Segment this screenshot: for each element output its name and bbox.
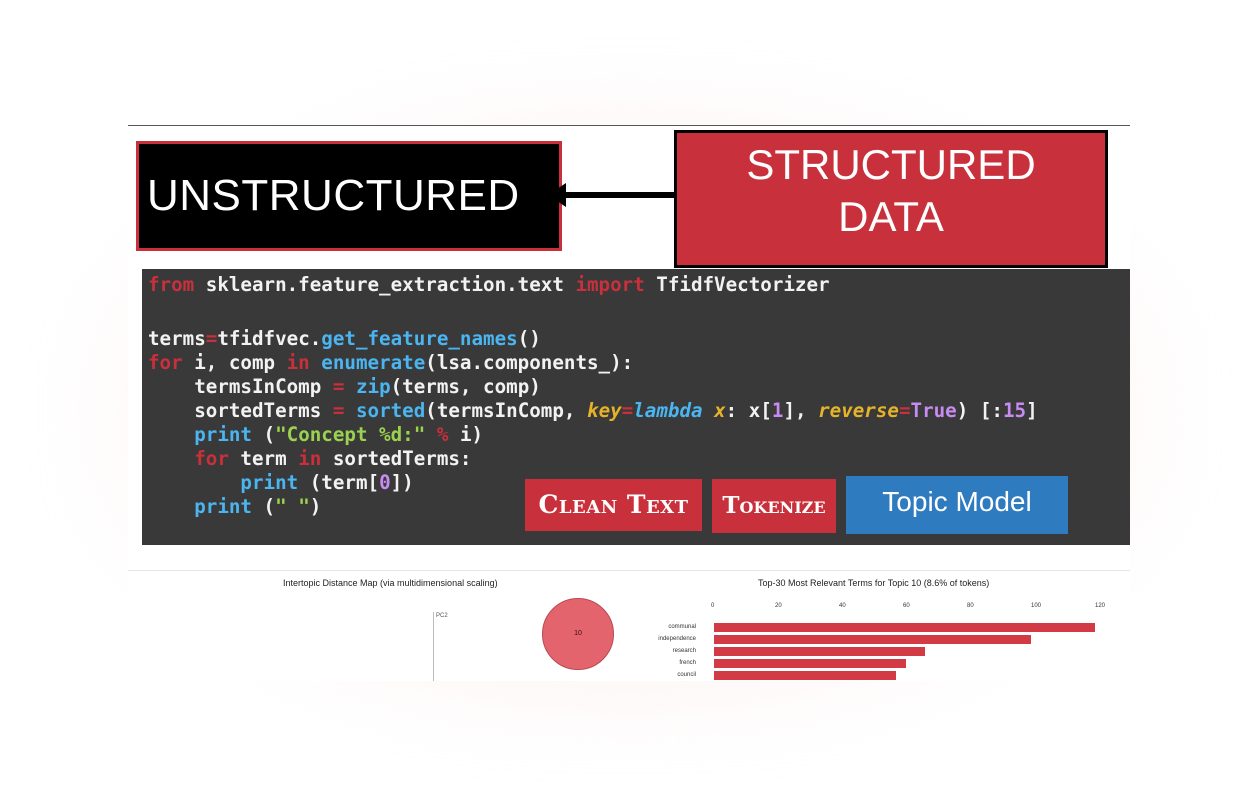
pc2-axis-label: PC2 (436, 613, 448, 619)
axis-tick: 20 (775, 603, 782, 609)
data-label: DATA (838, 193, 944, 240)
term-bar[interactable] (714, 647, 926, 656)
term-label: research (672, 648, 696, 654)
structured-label: STRUCTURED (746, 141, 1036, 188)
topic-bubble[interactable]: 10 (542, 598, 614, 670)
code-line-print-blank: print (" ") (194, 495, 322, 518)
axis-tick: 60 (903, 603, 910, 609)
unstructured-label: UNSTRUCTURED (147, 171, 520, 220)
term-bar[interactable] (714, 623, 1095, 632)
code-line-import: from sklearn.feature_extraction.text imp… (148, 273, 830, 296)
term-label: council (677, 672, 696, 678)
term-bar[interactable] (714, 635, 1031, 644)
code-line-zip: termsInComp = zip(terms, comp) (148, 375, 541, 398)
code-line-sorted: sortedTerms = sorted(termsInComp, key=la… (148, 399, 1038, 422)
axis-tick: 0 (711, 603, 715, 609)
clean-text-button[interactable]: Clean Text (525, 479, 702, 531)
code-line-terms: terms=tfidfvec.get_feature_names() (148, 327, 541, 350)
axis-tick: 40 (839, 603, 846, 609)
code-line-print-term: print (term[0]) (240, 471, 414, 494)
axis-tick: 120 (1095, 603, 1106, 609)
axis-tick: 100 (1031, 603, 1042, 609)
term-bar[interactable] (714, 659, 906, 668)
code-line-for-enumerate: for i, comp in enumerate(lsa.components_… (148, 351, 634, 374)
axis-tick: 80 (967, 603, 974, 609)
term-bar[interactable] (714, 671, 897, 680)
pc2-axis (433, 612, 434, 681)
code-line-print-concept: print ("Concept %d:" % i) (194, 423, 484, 446)
slide-card: UNSTRUCTURED STRUCTURED DATA from sklear… (128, 125, 1130, 681)
term-label: french (679, 660, 696, 666)
intertopic-map-title: Intertopic Distance Map (via multidimens… (283, 578, 498, 588)
tokenize-button[interactable]: Tokenize (712, 479, 836, 533)
code-line-for-term: for term in sortedTerms: (194, 447, 472, 470)
relevant-terms-title: Top-30 Most Relevant Terms for Topic 10 … (758, 578, 990, 588)
section-divider (128, 570, 1130, 571)
structured-data-box: STRUCTURED DATA (674, 130, 1108, 268)
term-label: communal (668, 624, 696, 630)
unstructured-box: UNSTRUCTURED (136, 141, 562, 251)
term-label: independence (658, 636, 696, 642)
topic-model-button[interactable]: Topic Model (846, 476, 1068, 534)
